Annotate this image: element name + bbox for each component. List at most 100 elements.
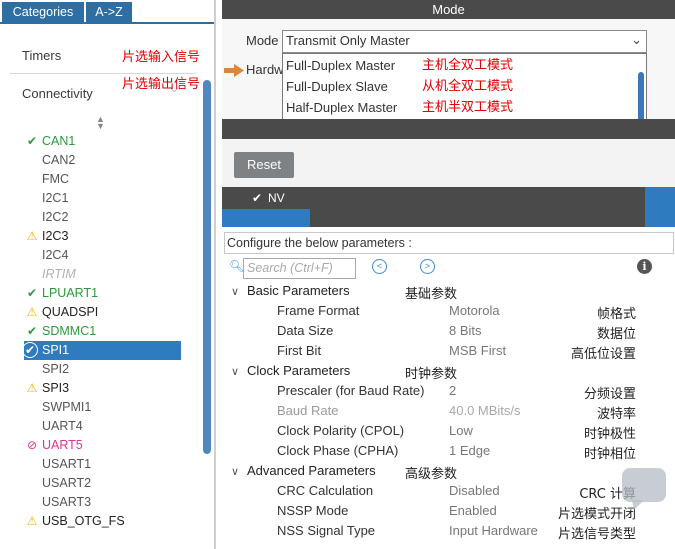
- parameter-name: Clock Polarity (CPOL): [277, 423, 405, 438]
- category-timers[interactable]: Timers: [22, 48, 61, 63]
- mode-option-full-duplex-slave[interactable]: Full-Duplex Slave 从机全双工模式: [283, 76, 638, 97]
- parameter-value[interactable]: Motorola: [449, 303, 500, 318]
- peripheral-item-i2c2[interactable]: I2C2: [24, 208, 200, 227]
- mode-option-label: Full-Duplex Master: [286, 58, 396, 73]
- cs-input-note: 片选输入信号: [122, 50, 201, 65]
- sort-icon[interactable]: ▲ ▼: [96, 115, 105, 131]
- warning-icon: ⚠: [26, 305, 38, 319]
- previous-icon[interactable]: <: [372, 259, 387, 274]
- warning-icon: ⚠: [26, 229, 38, 243]
- parameter-value[interactable]: MSB First: [449, 343, 506, 358]
- peripheral-label: I2C4: [42, 248, 69, 262]
- peripheral-item-swpmi1[interactable]: SWPMI1: [24, 398, 200, 417]
- peripheral-item-can1[interactable]: ✔ CAN1: [24, 132, 200, 151]
- mode-select[interactable]: Transmit Only Master ⌄: [282, 30, 647, 53]
- parameter-name: CRC Calculation: [277, 483, 374, 498]
- peripheral-label: UART5: [42, 438, 83, 452]
- group-note: 基础参数: [405, 287, 458, 302]
- peripheral-label: I2C3: [42, 229, 69, 243]
- group-basic-parameters[interactable]: Basic Parameters: [247, 283, 350, 298]
- mode-select-value: Transmit Only Master: [286, 33, 410, 48]
- warning-icon: ⚠: [26, 381, 38, 395]
- tabs-underline: [0, 22, 216, 24]
- mode-option-half-duplex-master[interactable]: Half-Duplex Master 主机半双工模式: [283, 97, 638, 118]
- mode-option-full-duplex-master[interactable]: Full-Duplex Master 主机全双工模式: [283, 55, 638, 76]
- mode-option-note: 从机全双工模式: [422, 79, 514, 94]
- parameter-value: 40.0 MBits/s: [449, 403, 521, 418]
- chevron-down-icon[interactable]: ∨: [231, 365, 239, 378]
- search-placeholder: Search (Ctrl+F): [247, 261, 333, 275]
- peripheral-label: FMC: [42, 172, 70, 186]
- search-icon: 🔍︎: [229, 259, 245, 273]
- category-tabs: Categories A->Z: [0, 0, 216, 24]
- peripheral-item-lpuart1[interactable]: ✔ LPUART1: [24, 284, 200, 303]
- mode-header: Mode: [222, 0, 675, 19]
- peripheral-label: SPI1: [42, 343, 70, 357]
- peripheral-item-usb-otg-fs[interactable]: ⚠ USB_OTG_FS: [24, 512, 200, 531]
- peripheral-item-usart2[interactable]: USART2: [24, 474, 200, 493]
- peripheral-item-uart5[interactable]: ⊘ UART5: [24, 436, 200, 455]
- parameter-value[interactable]: 2: [449, 383, 456, 398]
- search-input[interactable]: Search (Ctrl+F): [243, 258, 356, 279]
- parameter-value[interactable]: Input Hardware: [449, 523, 538, 538]
- chevron-down-icon[interactable]: ⌄: [631, 32, 642, 48]
- scrollbar[interactable]: [203, 80, 211, 454]
- error-icon: ⊘: [26, 438, 38, 452]
- hardware-label: Hardw: [246, 62, 284, 77]
- peripheral-label: CAN2: [42, 153, 76, 167]
- peripheral-label: SDMMC1: [42, 324, 97, 338]
- peripheral-label: USB_OTG_FS: [42, 514, 125, 528]
- parameter-value[interactable]: Enabled: [449, 503, 497, 518]
- peripheral-item-spi2[interactable]: SPI2: [24, 360, 200, 379]
- group-clock-parameters[interactable]: Clock Parameters: [247, 363, 350, 378]
- peripheral-item-spi3[interactable]: ⚠ SPI3: [24, 379, 200, 398]
- parameter-name: Frame Format: [277, 303, 360, 318]
- parameter-note: 高低位设置: [570, 347, 636, 362]
- tab-categories[interactable]: Categories: [2, 2, 84, 22]
- peripheral-item-usart1[interactable]: USART1: [24, 455, 200, 474]
- check-circle-icon: ✔: [22, 342, 38, 358]
- parameter-value[interactable]: 8 Bits: [449, 323, 482, 338]
- parameter-note: 波特率: [596, 407, 636, 422]
- peripheral-item-irtim[interactable]: IRTIM: [24, 265, 200, 284]
- parameter-note: 时钟相位: [583, 447, 636, 462]
- group-note: 高级参数: [405, 467, 458, 482]
- parameter-name: Clock Phase (CPHA): [277, 443, 399, 458]
- tab-nvic-indicator: [222, 209, 310, 227]
- chevron-down-icon[interactable]: ∨: [231, 465, 239, 478]
- info-icon[interactable]: i: [637, 259, 652, 274]
- parameter-name: Prescaler (for Baud Rate): [277, 383, 425, 398]
- warning-icon: ⚠: [26, 514, 38, 528]
- peripheral-item-quadspi[interactable]: ⚠ QUADSPI: [24, 303, 200, 322]
- peripheral-item-i2c4[interactable]: I2C4: [24, 246, 200, 265]
- peripheral-item-sdmmc1[interactable]: ✔ SDMMC1: [24, 322, 200, 341]
- chevron-down-icon[interactable]: ⌵: [170, 83, 178, 96]
- parameter-value[interactable]: 1 Edge: [449, 443, 490, 458]
- peripheral-item-spi1[interactable]: ✔ SPI1: [22, 341, 181, 360]
- chevron-down-icon[interactable]: ∨: [231, 285, 239, 298]
- peripheral-label: I2C2: [42, 210, 69, 224]
- peripheral-label: QUADSPI: [42, 305, 99, 319]
- category-connectivity[interactable]: Connectivity: [22, 86, 93, 101]
- peripheral-item-can2[interactable]: CAN2: [24, 151, 200, 170]
- mode-option-label: Full-Duplex Slave: [286, 79, 388, 94]
- tab-nvic[interactable]: ✔ NV: [222, 187, 310, 209]
- peripheral-item-uart4[interactable]: UART4: [24, 417, 200, 436]
- parameter-name: Data Size: [277, 323, 334, 338]
- parameter-note: 帧格式: [596, 307, 636, 322]
- parameter-value[interactable]: Disabled: [449, 483, 500, 498]
- parameter-value[interactable]: Low: [449, 423, 473, 438]
- peripheral-label: SWPMI1: [42, 400, 92, 414]
- peripheral-item-usart3[interactable]: USART3: [24, 493, 200, 512]
- peripheral-item-fmc[interactable]: FMC: [24, 170, 200, 189]
- chat-bubble-icon: [622, 468, 666, 510]
- mode-label: Mode: [246, 33, 279, 48]
- next-icon[interactable]: >: [420, 259, 435, 274]
- group-advanced-parameters[interactable]: Advanced Parameters: [247, 463, 376, 478]
- peripheral-item-i2c1[interactable]: I2C1: [24, 189, 200, 208]
- reset-button[interactable]: Reset: [234, 152, 294, 178]
- tab-a-z[interactable]: A->Z: [86, 2, 132, 22]
- parameter-note: 分频设置: [583, 387, 636, 402]
- group-note: 时钟参数: [405, 367, 458, 382]
- peripheral-item-i2c3[interactable]: ⚠ I2C3: [24, 227, 200, 246]
